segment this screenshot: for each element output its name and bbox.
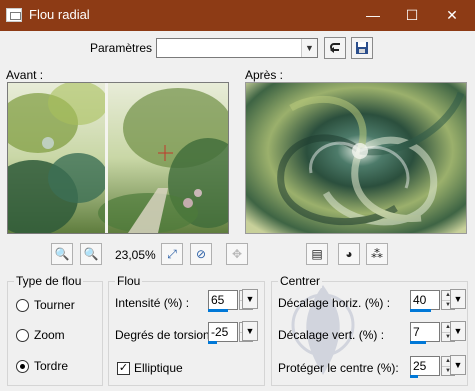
- proof-button[interactable]: ◕: [338, 243, 360, 265]
- radio-tordre[interactable]: [16, 360, 29, 373]
- split-view-icon: ▤: [311, 247, 323, 261]
- chevron-down-icon: ▼: [453, 294, 463, 304]
- intensity-label: Intensité (%) :: [115, 296, 190, 310]
- radio-tourner[interactable]: [16, 299, 29, 312]
- v-offset-input[interactable]: 7: [410, 322, 440, 342]
- zoom-out-button[interactable]: 🔍: [51, 243, 73, 265]
- app-icon: [6, 8, 22, 22]
- chevron-down-icon: ▼: [245, 326, 255, 336]
- window-title: Flou radial: [29, 7, 90, 22]
- maximize-button[interactable]: ☐: [392, 0, 432, 31]
- before-label: Avant :: [6, 68, 44, 82]
- minimize-button[interactable]: —: [353, 0, 393, 31]
- radio-tordre-label: Tordre: [34, 359, 69, 373]
- zoom-actual-icon: ⊘: [195, 247, 207, 261]
- h-offset-input[interactable]: 40: [410, 290, 440, 310]
- random-icon: ⁂: [371, 247, 383, 261]
- chevron-down-icon: ▼: [453, 326, 463, 336]
- save-preset-button[interactable]: [351, 37, 373, 59]
- radio-tourner-label: Tourner: [34, 298, 75, 312]
- torsion-label: Degrés de torsion :: [115, 328, 217, 342]
- after-label: Après :: [245, 68, 284, 82]
- blur-type-title: Type de flou: [14, 274, 84, 288]
- title-bar: Flou radial — ☐ ✕: [0, 0, 475, 31]
- intensity-dropdown-button[interactable]: ▼: [242, 289, 258, 309]
- zoom-out-icon: 🔍: [54, 247, 70, 261]
- close-button[interactable]: ✕: [432, 0, 472, 31]
- chevron-down-icon: ▼: [453, 360, 463, 370]
- center-title: Centrer: [278, 274, 323, 288]
- blur-title: Flou: [115, 274, 143, 288]
- split-view-button[interactable]: ▤: [306, 243, 328, 265]
- before-image: [8, 83, 228, 233]
- torsion-input[interactable]: -25: [208, 322, 238, 342]
- after-image: [246, 83, 466, 233]
- chevron-down-icon: ▼: [245, 294, 255, 304]
- protect-center-label: Protéger le centre (%):: [278, 361, 399, 375]
- proof-icon: ◕: [345, 247, 353, 261]
- presets-dropdown[interactable]: ▼: [156, 38, 318, 58]
- torsion-level-bar: [208, 341, 217, 344]
- zoom-fit-button[interactable]: ⤢: [161, 243, 183, 265]
- protect-center-level-bar: [410, 375, 418, 378]
- intensity-level-bar: [208, 309, 228, 312]
- radio-zoom[interactable]: [16, 329, 29, 342]
- elliptic-label: Elliptique: [134, 361, 183, 375]
- after-preview: [245, 82, 467, 234]
- chevron-down-icon[interactable]: ▼: [301, 39, 317, 57]
- blur-type-group: Type de flou Tourner Zoom Tordre: [7, 274, 103, 386]
- random-button[interactable]: ⁂: [366, 243, 388, 265]
- h-offset-dropdown-button[interactable]: ▼: [450, 289, 466, 309]
- elliptic-checkbox[interactable]: ✓: [117, 362, 130, 375]
- h-offset-label: Décalage horiz. (%) :: [278, 296, 391, 310]
- h-offset-level-bar: [410, 309, 431, 312]
- pan-icon: ✥: [231, 247, 243, 261]
- pan-button[interactable]: ✥: [226, 243, 248, 265]
- intensity-input[interactable]: 65: [208, 290, 238, 310]
- reset-button[interactable]: [324, 37, 346, 59]
- v-offset-label: Décalage vert. (%) :: [278, 328, 385, 342]
- protect-center-dropdown-button[interactable]: ▼: [450, 355, 466, 375]
- save-preset-icon: [356, 42, 368, 54]
- torsion-dropdown-button[interactable]: ▼: [242, 321, 258, 341]
- before-preview[interactable]: [7, 82, 229, 234]
- center-group: Centrer Décalage horiz. (%) : 40 ▲ ▼ Déca…: [271, 274, 468, 386]
- zoom-in-button[interactable]: 🔍: [80, 243, 102, 265]
- reset-arrow-icon: [330, 43, 340, 53]
- v-offset-dropdown-button[interactable]: ▼: [450, 321, 466, 341]
- zoom-actual-button[interactable]: ⊘: [190, 243, 212, 265]
- zoom-level: 23,05%: [115, 248, 156, 262]
- zoom-in-icon: 🔍: [83, 247, 99, 261]
- protect-center-input[interactable]: 25: [410, 356, 440, 376]
- zoom-fit-icon: ⤢: [167, 247, 177, 261]
- presets-label: Paramètres :: [90, 41, 159, 55]
- v-offset-level-bar: [410, 341, 426, 344]
- radio-zoom-label: Zoom: [34, 328, 65, 342]
